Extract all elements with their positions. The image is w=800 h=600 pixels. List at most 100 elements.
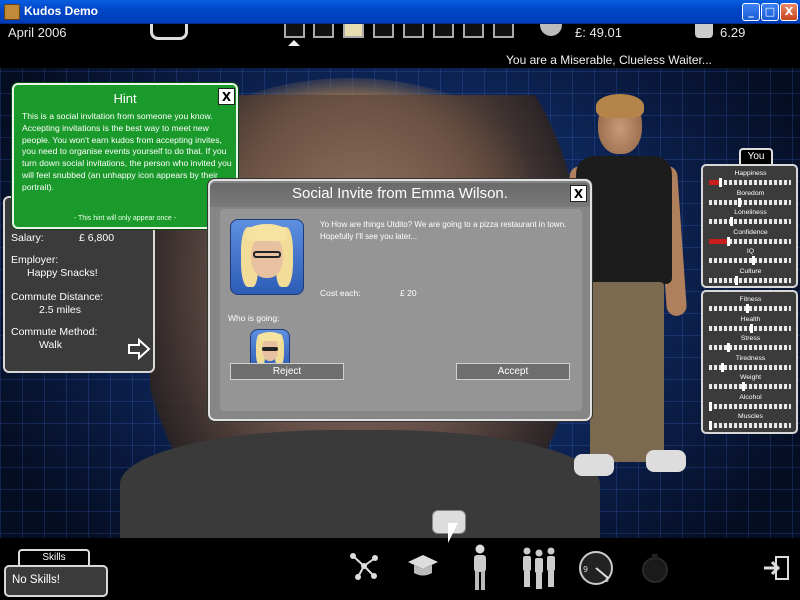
- cycle-icon[interactable]: [150, 24, 188, 40]
- exit-icon[interactable]: [762, 555, 790, 581]
- stat-bar: [709, 345, 791, 350]
- minimize-button[interactable]: _: [742, 3, 760, 21]
- stat-bar: [709, 423, 791, 428]
- clock-small-icon: [695, 24, 713, 38]
- skills-panel: No Skills!: [4, 565, 108, 597]
- bottom-hud-bar: [0, 538, 800, 600]
- stat-knob: [729, 217, 733, 226]
- maximize-button[interactable]: □: [761, 3, 779, 21]
- character-shoulders: [120, 430, 600, 550]
- hint-box: Hint X This is a social invitation from …: [12, 83, 238, 229]
- stat-culture: Culture: [703, 268, 798, 287]
- stat-knob: [735, 275, 739, 285]
- stat-knob: [721, 362, 725, 372]
- mouse-cursor-icon: [448, 523, 458, 543]
- accept-button[interactable]: Accept: [456, 363, 570, 380]
- stat-bar: [709, 306, 791, 311]
- stat-muscles: Muscles: [703, 413, 798, 432]
- reject-button[interactable]: Reject: [230, 363, 344, 380]
- clock-icon[interactable]: 9 3: [578, 550, 614, 586]
- stat-label: Boredom: [736, 189, 765, 197]
- network-icon[interactable]: [348, 550, 380, 582]
- dialog-body: Yo How are things Utdito? We are going t…: [220, 209, 582, 411]
- stat-knob: [750, 323, 753, 333]
- day-slot-active[interactable]: [343, 24, 364, 38]
- inviter-portrait: [230, 219, 304, 295]
- stat-happiness: Happiness: [703, 170, 798, 189]
- stat-label: Tiredness: [735, 354, 766, 362]
- stat-label: Muscles: [738, 413, 763, 420]
- day-slot[interactable]: [313, 24, 334, 38]
- hint-close-button[interactable]: X: [218, 88, 235, 105]
- social-invite-dialog: Social Invite from Emma Wilson. X Yo How…: [208, 179, 592, 421]
- you-tab[interactable]: You: [739, 148, 773, 164]
- dialog-title: Social Invite from Emma Wilson.: [210, 183, 590, 207]
- cost-value: £ 20: [400, 288, 417, 298]
- stat-knob: [709, 421, 712, 430]
- day-slot[interactable]: [403, 24, 424, 38]
- commute-distance-value: 2.5 miles: [39, 304, 82, 316]
- commute-method-value: Walk: [39, 339, 62, 351]
- day-slot[interactable]: [284, 24, 305, 38]
- stat-bar: [709, 258, 791, 263]
- stat-knob: [737, 197, 741, 207]
- stat-knob: [745, 304, 749, 313]
- salary-label: Salary:: [11, 232, 44, 244]
- dialog-close-button[interactable]: X: [570, 185, 587, 202]
- cost-label: Cost each:: [320, 288, 361, 298]
- skills-tab[interactable]: Skills: [18, 549, 90, 565]
- arrow-right-icon[interactable]: [127, 338, 151, 360]
- stat-bar: [709, 199, 791, 205]
- stat-label: Loneliness: [734, 209, 767, 216]
- stat-boredom: Boredom: [703, 190, 798, 209]
- stat-bar: [709, 219, 791, 224]
- stat-label: Weight: [739, 374, 762, 381]
- employer-label: Employer:: [11, 254, 59, 266]
- stat-label: Culture: [739, 267, 762, 275]
- close-window-button[interactable]: X: [780, 3, 798, 21]
- stat-label: Stress: [740, 335, 761, 342]
- commute-distance-label: Commute Distance:: [11, 291, 104, 303]
- stat-stress: Stress: [703, 335, 798, 354]
- hint-title: Hint: [113, 91, 137, 106]
- who-going-label: Who is going:: [228, 313, 280, 323]
- stat-fill: [709, 238, 728, 244]
- stat-knob: [718, 178, 722, 187]
- stat-confidence: Confidence: [703, 229, 798, 248]
- day-slot[interactable]: [433, 24, 454, 38]
- stat-iq: IQ: [703, 248, 798, 267]
- player-status: You are a Miserable, Clueless Waiter...: [506, 53, 712, 67]
- stat-knob: [727, 343, 731, 352]
- stat-bar: [709, 238, 791, 244]
- stat-bar: [709, 403, 791, 409]
- stat-label: Health: [740, 315, 761, 323]
- stat-bar: [709, 384, 791, 389]
- stat-label: Confidence: [733, 228, 768, 236]
- stat-tiredness: Tiredness: [703, 355, 798, 374]
- stat-fill: [709, 180, 719, 185]
- day-slot[interactable]: [373, 24, 394, 38]
- stat-knob: [741, 382, 745, 391]
- clock-number: 9: [583, 565, 588, 574]
- stat-knob: [727, 236, 731, 246]
- day-slot[interactable]: [463, 24, 484, 38]
- stat-loneliness: Loneliness: [703, 209, 798, 228]
- invite-message: Yo How are things Utdito? We are going t…: [320, 220, 567, 241]
- stat-knob: [751, 256, 755, 265]
- day-slot[interactable]: [493, 24, 514, 38]
- stat-alcohol: Alcohol: [703, 394, 798, 413]
- stat-weight: Weight: [703, 374, 798, 393]
- group-icon[interactable]: [520, 546, 558, 590]
- hint-footer: - This hint will only appear once -: [73, 215, 177, 222]
- person-icon[interactable]: [470, 544, 490, 592]
- body-stats-panel: Fitness Health Stress Tiredness Weight Alcoho…: [701, 290, 798, 434]
- stat-label: Happiness: [734, 170, 767, 177]
- hint-body: This is a social invitation from someone…: [22, 111, 232, 192]
- salary-value: £ 6,800: [79, 232, 115, 244]
- window-title: Kudos Demo: [24, 4, 99, 18]
- stat-bar: [709, 277, 791, 283]
- slot-marker-icon: [288, 40, 300, 46]
- stat-label: Fitness: [739, 296, 762, 303]
- money-value: £: 49.01: [575, 25, 622, 40]
- graduation-cap-icon[interactable]: [406, 552, 440, 580]
